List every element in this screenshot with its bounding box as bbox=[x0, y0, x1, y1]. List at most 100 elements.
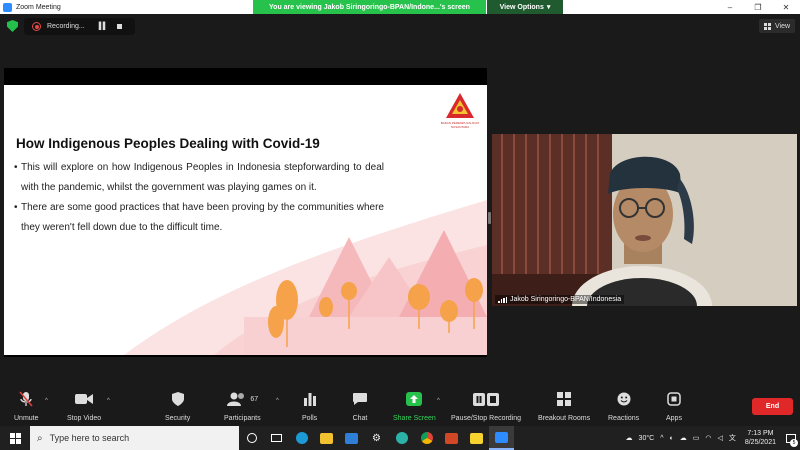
video-camera-icon bbox=[75, 390, 94, 408]
meeting-toolbar: Unmute ^ Stop Video ^ Security 67 Partic… bbox=[0, 384, 800, 426]
cortana-icon[interactable] bbox=[239, 426, 264, 450]
logo-caption: BADAN PEREMPUAN ADAT NUSANTARA bbox=[440, 121, 480, 129]
chrome-icon[interactable] bbox=[414, 426, 439, 450]
encryption-shield-icon[interactable] bbox=[7, 20, 18, 32]
breakout-rooms-icon bbox=[557, 390, 572, 408]
polls-bar-chart-icon bbox=[303, 390, 317, 408]
view-label: View bbox=[774, 22, 791, 30]
recording-indicator: Recording... ▌▌ bbox=[24, 18, 135, 35]
polls-button[interactable]: Polls bbox=[302, 390, 317, 422]
security-button[interactable]: Security bbox=[165, 390, 190, 422]
apps-icon bbox=[667, 390, 681, 408]
view-options-button[interactable]: View Options ▾ bbox=[487, 0, 563, 14]
slide-bullet-list: This will explore on how Indigenous Peop… bbox=[14, 158, 384, 238]
breakout-rooms-button[interactable]: Breakout Rooms bbox=[538, 390, 590, 422]
participant-name: Jakob Siringoringo-BPAN/Indonesia bbox=[510, 296, 622, 303]
unmute-button[interactable]: Unmute bbox=[14, 390, 39, 422]
notification-center-icon[interactable]: 5 bbox=[782, 426, 800, 450]
edge-icon[interactable] bbox=[289, 426, 314, 450]
chat-button[interactable]: Chat bbox=[352, 390, 368, 422]
view-options-label: View Options bbox=[499, 3, 544, 11]
chat-bubble-icon bbox=[352, 390, 368, 408]
share-screen-button[interactable]: Share Screen bbox=[393, 390, 436, 422]
unmute-label: Unmute bbox=[14, 415, 39, 422]
clock-time: 7:13 PM bbox=[747, 430, 774, 437]
clock-date: 8/25/2021 bbox=[744, 439, 776, 446]
slide-bullet: There are some good practices that have … bbox=[14, 198, 384, 238]
app-search-icon[interactable] bbox=[389, 426, 414, 450]
pause-stop-icon bbox=[473, 390, 500, 408]
mail-icon[interactable] bbox=[339, 426, 364, 450]
weather-temperature[interactable]: 30°C bbox=[639, 435, 655, 442]
view-button[interactable]: View bbox=[759, 19, 795, 33]
pause-stop-recording-button[interactable]: Pause/Stop Recording bbox=[451, 390, 521, 422]
tray-app-icon[interactable]: ◐ bbox=[669, 435, 673, 442]
volume-icon[interactable]: ◁ bbox=[717, 434, 722, 442]
polls-label: Polls bbox=[302, 415, 318, 422]
participants-caret-icon[interactable]: ^ bbox=[276, 398, 279, 404]
security-shield-icon bbox=[171, 390, 185, 408]
slide-title: How Indigenous Peoples Dealing with Covi… bbox=[16, 136, 320, 151]
participant-video-feed bbox=[492, 134, 797, 306]
settings-gear-icon[interactable]: ⚙ bbox=[364, 426, 389, 450]
taskbar-clock[interactable]: 7:13 PM 8/25/2021 bbox=[745, 429, 776, 447]
reactions-button[interactable]: Reactions bbox=[608, 390, 639, 422]
reactions-smiley-icon bbox=[617, 390, 631, 408]
participants-button[interactable]: 67 Participants bbox=[224, 390, 261, 422]
wifi-icon[interactable]: ◠ bbox=[705, 434, 711, 442]
system-tray: ☁ 30°C ^ ◐ ☁ ▭ ◠ ◁ 文 7:13 PM 8/25/2021 5 bbox=[623, 426, 800, 450]
maximize-button[interactable]: ❐ bbox=[744, 0, 772, 14]
pause-recording-icon[interactable]: ▌▌ bbox=[99, 23, 108, 30]
stop-video-button[interactable]: Stop Video bbox=[67, 390, 101, 422]
split-resize-handle[interactable] bbox=[488, 212, 491, 224]
language-icon[interactable]: 文 bbox=[729, 433, 736, 443]
share-options-caret-icon[interactable]: ^ bbox=[437, 398, 440, 404]
cloud-sync-icon[interactable]: ☁ bbox=[680, 434, 687, 442]
notification-count-badge: 5 bbox=[790, 439, 798, 447]
end-meeting-button[interactable]: End bbox=[752, 398, 793, 415]
apps-label: Apps bbox=[666, 415, 682, 422]
window-controls: – ❐ ✕ bbox=[716, 0, 800, 14]
participants-icon: 67 bbox=[226, 390, 258, 408]
microphone-muted-icon bbox=[19, 390, 33, 408]
windows-logo-icon bbox=[9, 432, 21, 444]
battery-icon[interactable]: ▭ bbox=[693, 434, 700, 442]
stop-recording-icon[interactable] bbox=[116, 24, 122, 29]
zoom-taskbar-icon[interactable] bbox=[489, 426, 514, 450]
video-options-caret-icon[interactable]: ^ bbox=[107, 398, 110, 404]
viewing-screen-banner: You are viewing Jakob Siringoringo-BPAN/… bbox=[253, 0, 486, 14]
minimize-button[interactable]: – bbox=[716, 0, 744, 14]
chat-label: Chat bbox=[352, 415, 368, 422]
breakout-rooms-label: Breakout Rooms bbox=[538, 415, 591, 422]
bpan-logo-icon bbox=[446, 93, 474, 118]
weather-cloud-icon[interactable]: ☁ bbox=[626, 434, 633, 442]
windows-taskbar: ⌕ Type here to search ⚙ ☁ 30°C ^ ◐ ☁ ▭ ◠… bbox=[0, 426, 800, 450]
start-button[interactable] bbox=[0, 426, 30, 450]
participants-label: Participants bbox=[224, 415, 261, 422]
search-icon: ⌕ bbox=[37, 432, 43, 444]
task-view-icon[interactable] bbox=[264, 426, 289, 450]
reactions-label: Reactions bbox=[608, 415, 640, 422]
show-hidden-icons-caret-icon[interactable]: ^ bbox=[660, 435, 663, 442]
presentation-slide: BADAN PEREMPUAN ADAT NUSANTARA How Indig… bbox=[4, 85, 487, 355]
powerpoint-icon[interactable] bbox=[439, 426, 464, 450]
share-screen-arrow-icon bbox=[406, 390, 423, 408]
record-icon bbox=[32, 22, 41, 31]
participant-name-label: Jakob Siringoringo-BPAN/Indonesia bbox=[495, 295, 625, 304]
close-window-button[interactable]: ✕ bbox=[772, 0, 800, 14]
slide-bullet: This will explore on how Indigenous Peop… bbox=[14, 158, 384, 198]
search-placeholder: Type here to search bbox=[49, 433, 130, 443]
chevron-down-icon: ▾ bbox=[546, 4, 551, 11]
share-screen-label: Share Screen bbox=[393, 415, 436, 422]
audio-options-caret-icon[interactable]: ^ bbox=[45, 398, 48, 404]
apps-button[interactable]: Apps bbox=[666, 390, 682, 422]
taskbar-search-input[interactable]: ⌕ Type here to search bbox=[30, 426, 239, 450]
security-label: Security bbox=[165, 415, 191, 422]
participant-video-tile[interactable]: Jakob Siringoringo-BPAN/Indonesia bbox=[492, 134, 797, 306]
recording-label: Recording... bbox=[47, 23, 85, 30]
window-title: Zoom Meeting bbox=[16, 3, 61, 11]
file-explorer-icon[interactable] bbox=[314, 426, 339, 450]
stop-video-label: Stop Video bbox=[67, 415, 102, 422]
pause-stop-recording-label: Pause/Stop Recording bbox=[451, 415, 522, 422]
sticky-notes-icon[interactable] bbox=[464, 426, 489, 450]
